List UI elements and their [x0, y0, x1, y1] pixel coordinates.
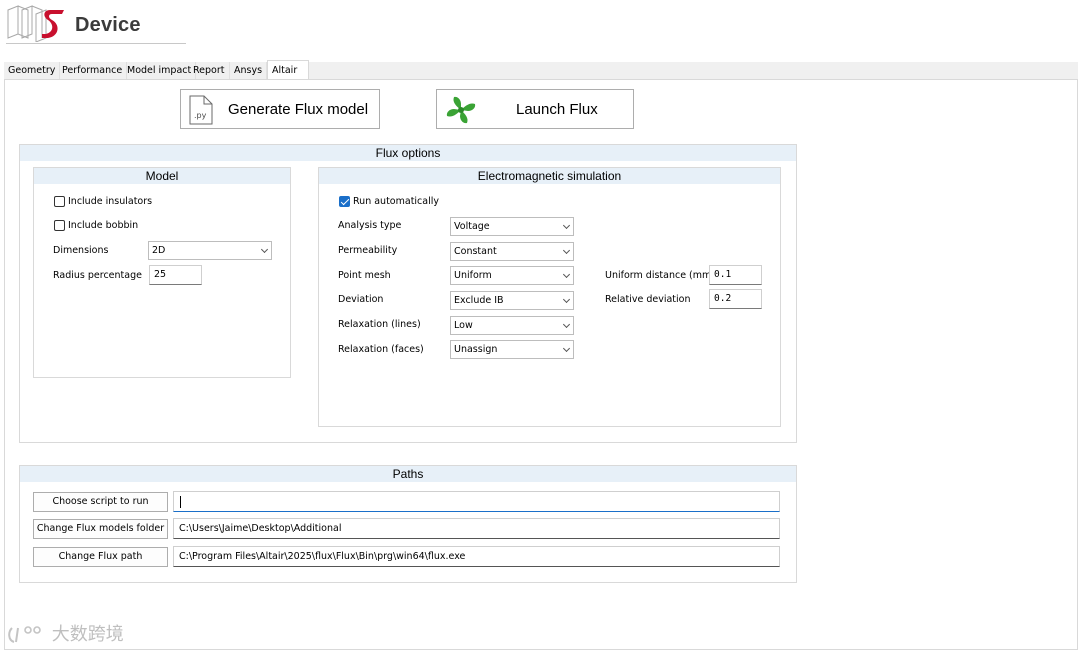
run-automatically-checkbox[interactable] — [339, 196, 350, 207]
watermark-logo-icon — [8, 626, 41, 643]
tab-model-impact[interactable]: Model impact — [123, 62, 197, 80]
choose-script-button[interactable]: Choose script to run — [33, 492, 168, 512]
point-mesh-select[interactable]: Uniform — [450, 266, 574, 285]
include-insulators-checkbox[interactable] — [54, 196, 65, 207]
chevron-down-icon — [260, 245, 269, 254]
analysis-type-select[interactable]: Voltage — [450, 217, 574, 236]
relative-deviation-label: Relative deviation — [605, 294, 691, 305]
point-mesh-label: Point mesh — [338, 270, 391, 281]
dimensions-label: Dimensions — [53, 245, 109, 256]
watermark: 大数跨境 — [8, 620, 124, 646]
tab-ansys[interactable]: Ansys — [230, 62, 268, 80]
tab-geometry[interactable]: Geometry — [4, 62, 61, 80]
text-caret — [180, 495, 181, 508]
model-title: Model — [34, 168, 290, 184]
tab-altair[interactable]: Altair — [267, 60, 309, 80]
run-automatically-label: Run automatically — [353, 196, 440, 207]
relaxation-lines-value: Low — [454, 320, 473, 331]
watermark-text: 大数跨境 — [51, 624, 124, 645]
chevron-down-icon — [562, 320, 571, 329]
launch-flux-label: Launch Flux — [516, 101, 598, 118]
script-path-input[interactable] — [173, 491, 780, 512]
include-bobbin-checkbox[interactable] — [54, 220, 65, 231]
tab-report[interactable]: Report — [189, 62, 230, 80]
dimensions-select[interactable]: 2D — [148, 241, 272, 260]
uniform-distance-input[interactable]: 0.1 — [709, 265, 762, 285]
deviation-label: Deviation — [338, 294, 384, 305]
paths-title: Paths — [20, 466, 796, 482]
analysis-type-label: Analysis type — [338, 220, 402, 231]
app-title: Device — [75, 14, 141, 36]
generate-flux-model-button[interactable]: .py Generate Flux model — [180, 89, 380, 129]
launch-flux-button[interactable]: Launch Flux — [436, 89, 634, 129]
change-flux-path-button[interactable]: Change Flux path — [33, 547, 168, 567]
relaxation-faces-select[interactable]: Unassign — [450, 340, 574, 359]
flux-options-title: Flux options — [20, 145, 796, 161]
permeability-value: Constant — [454, 246, 497, 257]
relaxation-lines-label: Relaxation (lines) — [338, 319, 421, 330]
deviation-value: Exclude IB — [454, 295, 504, 306]
flux-icon — [444, 94, 478, 126]
include-bobbin-label: Include bobbin — [68, 220, 139, 231]
app-logo — [6, 4, 68, 43]
chevron-down-icon — [562, 344, 571, 353]
permeability-label: Permeability — [338, 245, 398, 256]
chevron-down-icon — [562, 295, 571, 304]
include-insulators-label: Include insulators — [68, 196, 153, 207]
models-folder-input[interactable]: C:\Users\Jaime\Desktop\Additional — [173, 518, 780, 539]
change-models-folder-button[interactable]: Change Flux models folder — [33, 519, 168, 539]
tab-performance[interactable]: Performance — [58, 62, 128, 80]
svg-text:.py: .py — [194, 111, 207, 120]
chevron-down-icon — [562, 270, 571, 279]
relaxation-faces-label: Relaxation (faces) — [338, 344, 424, 355]
relaxation-lines-select[interactable]: Low — [450, 316, 574, 335]
relative-deviation-input[interactable]: 0.2 — [709, 289, 762, 309]
generate-flux-model-label: Generate Flux model — [228, 101, 369, 118]
chevron-down-icon — [562, 221, 571, 230]
chevron-down-icon — [562, 246, 571, 255]
deviation-select[interactable]: Exclude IB — [450, 291, 574, 310]
radius-percentage-label: Radius percentage — [53, 270, 142, 281]
em-simulation-title: Electromagnetic simulation — [319, 168, 780, 184]
relaxation-faces-value: Unassign — [454, 344, 498, 355]
python-file-icon: .py — [189, 95, 213, 125]
flux-path-input[interactable]: C:\Program Files\Altair\2025\flux\Flux\B… — [173, 546, 780, 567]
point-mesh-value: Uniform — [454, 270, 492, 281]
header-divider — [6, 43, 186, 44]
analysis-type-value: Voltage — [454, 221, 490, 232]
permeability-select[interactable]: Constant — [450, 242, 574, 261]
tab-bar: Geometry Performance Model impact Report… — [4, 60, 1078, 80]
radius-percentage-input[interactable]: 25 — [149, 265, 202, 285]
uniform-distance-label: Uniform distance (mm) — [605, 270, 715, 281]
dimensions-value: 2D — [152, 245, 166, 256]
